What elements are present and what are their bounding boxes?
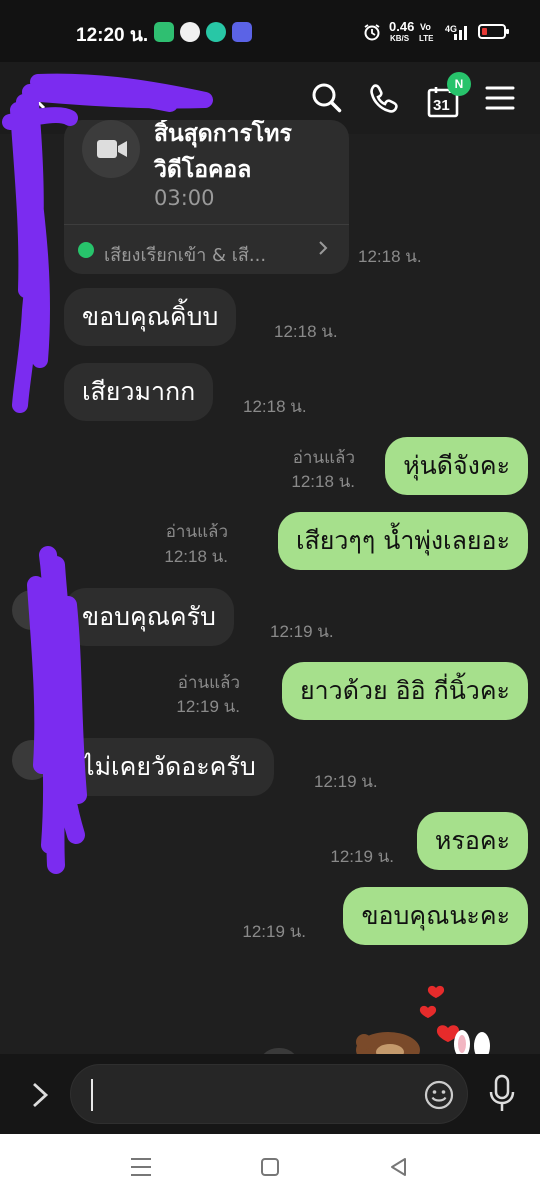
message-time: 12:18 น. bbox=[243, 397, 307, 416]
read-receipt: อ่านแล้ว bbox=[292, 448, 355, 467]
message-time: 12:18 น. bbox=[164, 547, 228, 566]
music-note-icon bbox=[78, 242, 94, 258]
video-camera-icon bbox=[97, 140, 127, 158]
new-badge: N bbox=[447, 72, 471, 96]
status-time: 12:20 น. bbox=[76, 25, 149, 46]
calendar-day: 31 bbox=[433, 97, 450, 114]
call-subtitle: วิดีโอคอล bbox=[154, 157, 252, 183]
chat-notification-icon bbox=[206, 22, 226, 42]
weather-notification-icon bbox=[232, 22, 252, 42]
net-speed-value: 0.46 bbox=[389, 19, 415, 34]
search-icon[interactable] bbox=[307, 78, 347, 118]
system-nav-bar bbox=[0, 1134, 540, 1200]
video-call-icon-circle bbox=[82, 120, 140, 178]
message-time: 12:19 น. bbox=[242, 922, 306, 941]
call-time: 12:18 น. bbox=[358, 247, 422, 266]
battery-icon bbox=[478, 24, 509, 39]
phone-icon[interactable] bbox=[363, 78, 403, 118]
message-bubble-incoming[interactable]: เสียวมากก bbox=[64, 363, 214, 421]
microphone-icon[interactable] bbox=[486, 1074, 518, 1114]
message-bubble-outgoing[interactable]: ขอบคุณนะคะ bbox=[343, 887, 528, 945]
message-bubble-outgoing[interactable]: หุ่นดีจังคะ bbox=[385, 437, 528, 495]
app-notification-icon bbox=[154, 22, 174, 42]
recent-apps-icon[interactable] bbox=[128, 1156, 154, 1178]
read-receipt: อ่านแล้ว bbox=[165, 522, 228, 541]
message-bubble-incoming[interactable]: ขอบคุณคิ้บบ bbox=[64, 288, 237, 346]
message-bubble-outgoing[interactable]: ยาวด้วย อิอิ กี่นิ้วคะ bbox=[282, 662, 528, 720]
video-call-card[interactable]: สิ้นสุดการโทร วิดีโอคอล 03:00 เสียงเรียก… bbox=[64, 120, 349, 274]
message-time: 12:18 น. bbox=[291, 472, 355, 491]
message-bubble-incoming[interactable]: ขอบคุณครับ bbox=[64, 588, 234, 646]
menu-icon[interactable] bbox=[480, 78, 520, 118]
expand-menu-icon[interactable] bbox=[26, 1078, 54, 1112]
call-card-divider bbox=[64, 224, 349, 225]
message-bubble-outgoing[interactable]: หรอคะ bbox=[416, 812, 528, 870]
chat-screen: 12:20 น. 0.46 KB/S Vo LTE 4G 31 N สิ้นสุ… bbox=[0, 0, 540, 1200]
alarm-icon bbox=[364, 24, 380, 41]
read-receipt: อ่านแล้ว bbox=[177, 673, 240, 692]
chevron-right-icon bbox=[319, 241, 328, 255]
bear-bunny-sticker[interactable] bbox=[350, 978, 500, 1054]
sender-avatar[interactable] bbox=[12, 590, 52, 630]
message-bubble-outgoing[interactable]: เสียวๆๆ น้ำพุ่งเลยอะ bbox=[277, 512, 528, 570]
emoji-icon[interactable] bbox=[423, 1079, 455, 1111]
message-bubble-incoming[interactable]: ไม่เคยวัดอะครับ bbox=[64, 738, 274, 796]
message-time: 12:19 น. bbox=[176, 697, 240, 716]
message-input-bar bbox=[0, 1054, 540, 1134]
volte-label-top: Vo bbox=[420, 22, 431, 32]
volte-label-bottom: LTE bbox=[419, 34, 434, 43]
bank-notification-icon bbox=[180, 22, 200, 42]
message-time: 12:18 น. bbox=[274, 322, 338, 341]
message-time: 12:19 น. bbox=[330, 847, 394, 866]
message-time: 12:19 น. bbox=[314, 772, 378, 791]
text-caret bbox=[91, 1079, 93, 1111]
ringtone-link[interactable]: เสียงเรียกเข้า & เสี... bbox=[104, 240, 266, 269]
sender-avatar[interactable] bbox=[12, 740, 52, 780]
call-title: สิ้นสุดการโทร bbox=[154, 121, 292, 147]
back-nav-icon[interactable] bbox=[386, 1155, 410, 1179]
back-icon[interactable] bbox=[20, 78, 60, 118]
signal-icon bbox=[454, 26, 467, 40]
call-duration: 03:00 bbox=[154, 186, 215, 210]
net-speed-unit: KB/S bbox=[390, 34, 410, 43]
status-bar: 12:20 น. 0.46 KB/S Vo LTE 4G bbox=[0, 0, 540, 62]
message-time: 12:19 น. bbox=[270, 622, 334, 641]
message-input[interactable] bbox=[70, 1064, 468, 1124]
home-icon[interactable] bbox=[258, 1155, 282, 1179]
calendar-button[interactable]: 31 N bbox=[424, 72, 471, 122]
